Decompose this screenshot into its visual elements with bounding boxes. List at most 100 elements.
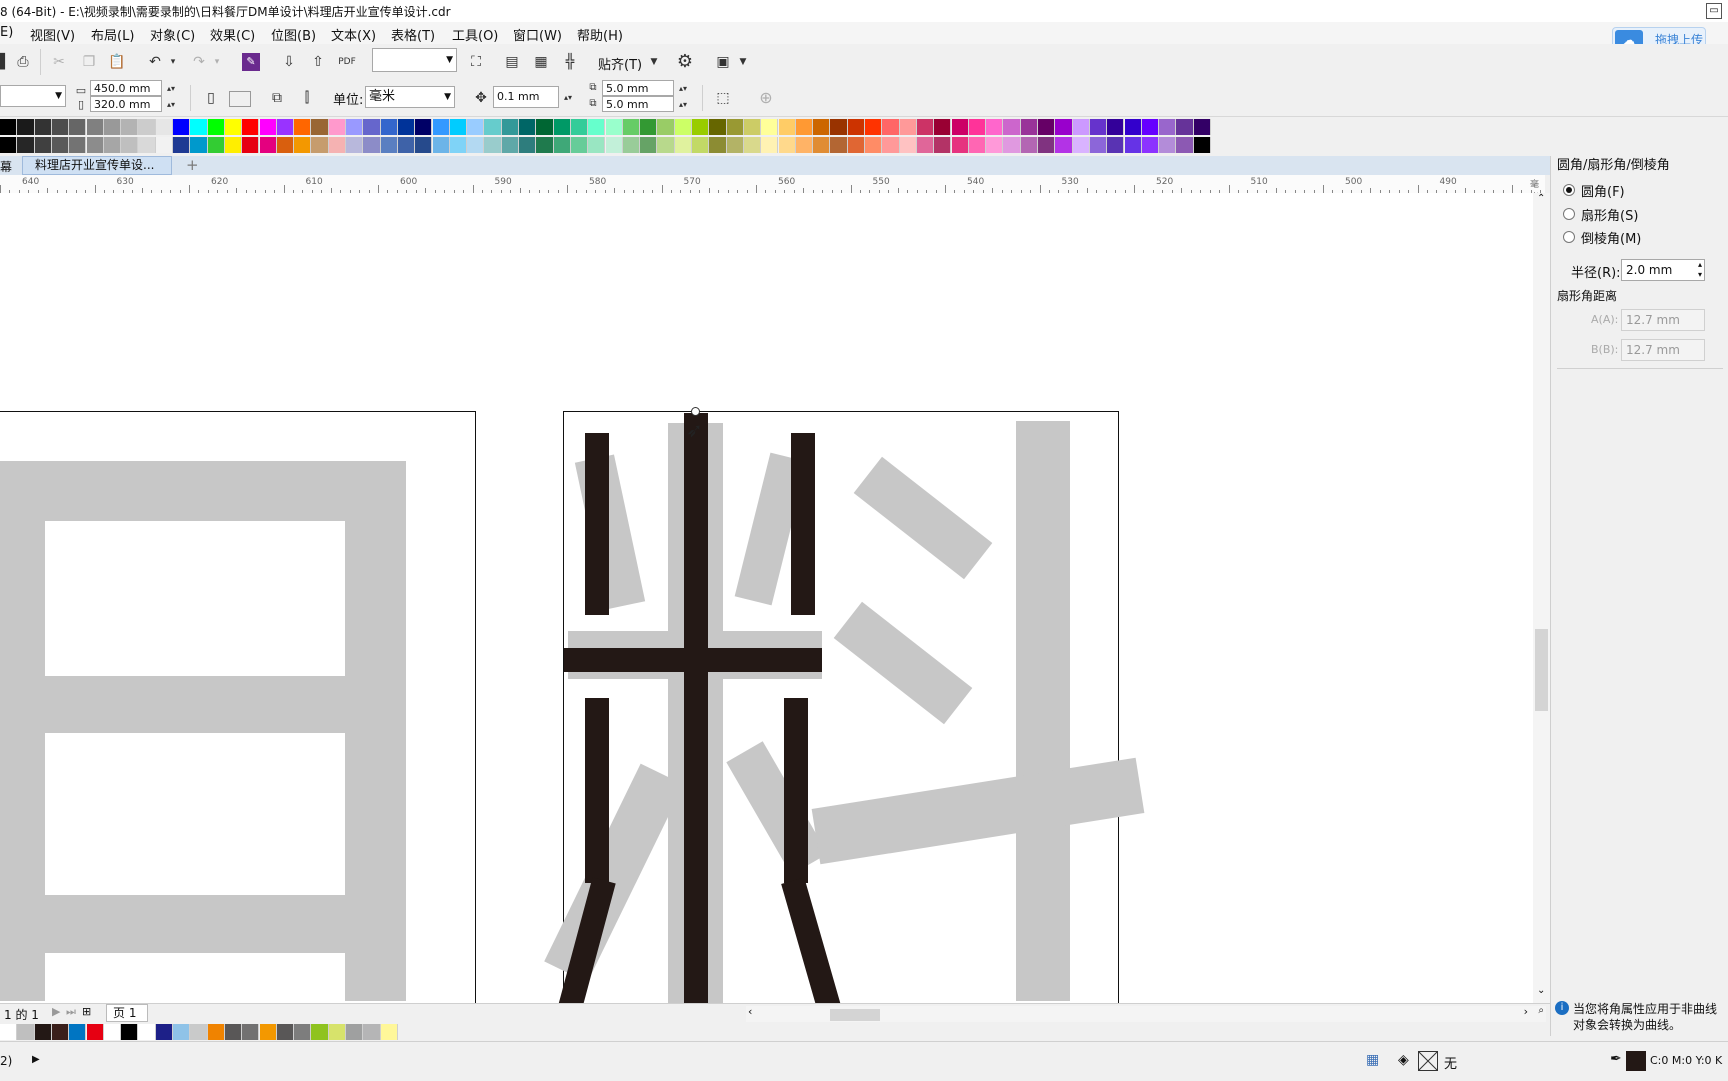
color-swatch[interactable] (0, 1024, 18, 1040)
all-pages-icon[interactable]: ⧉ (266, 87, 288, 109)
color-swatch[interactable] (224, 1024, 243, 1040)
guidelines-icon[interactable]: ╬ (559, 51, 581, 73)
color-swatch[interactable] (242, 119, 260, 135)
add-page-icon[interactable]: ⊞ (82, 1005, 91, 1018)
color-swatch[interactable] (1055, 119, 1073, 135)
paste-icon[interactable]: 📋 (106, 51, 128, 73)
color-swatch[interactable] (363, 137, 381, 153)
color-swatch[interactable] (328, 137, 346, 153)
color-swatch[interactable] (570, 119, 589, 135)
next-page-icon[interactable]: ▶ (52, 1005, 60, 1018)
color-swatch[interactable] (138, 1024, 156, 1040)
zoom-level-select[interactable]: ▼ (372, 48, 457, 72)
color-swatch[interactable] (1176, 119, 1194, 135)
color-swatch[interactable] (259, 1024, 277, 1040)
color-swatch[interactable] (1020, 119, 1038, 135)
color-swatch[interactable] (1193, 137, 1211, 153)
search-content-icon[interactable]: ✎ (242, 53, 260, 71)
color-swatch[interactable] (449, 119, 468, 135)
menu-help[interactable]: 帮助(H) (577, 25, 623, 44)
color-swatch[interactable] (17, 137, 35, 153)
color-swatch[interactable] (224, 137, 243, 153)
menu-object[interactable]: 对象(C) (150, 25, 195, 44)
color-swatch[interactable] (536, 119, 554, 135)
color-swatch[interactable] (242, 137, 260, 153)
color-swatch[interactable] (674, 119, 692, 135)
color-swatch[interactable] (190, 119, 208, 135)
page-size-select[interactable]: ▼ (0, 85, 66, 107)
color-swatch[interactable] (311, 137, 329, 153)
radius-spinner-icon[interactable]: ▴ ▾ (1698, 260, 1702, 280)
menu-table[interactable]: 表格(T) (391, 25, 435, 44)
radio-round-corner[interactable] (1563, 184, 1575, 196)
color-swatch[interactable] (588, 137, 606, 153)
distance-a-field[interactable]: 12.7 mm (1621, 309, 1705, 331)
color-swatch[interactable] (692, 119, 710, 135)
snap-dropdown-icon[interactable]: ▼ (643, 51, 665, 73)
color-swatch[interactable] (778, 137, 796, 153)
rulers-icon[interactable]: ▤ (501, 51, 523, 73)
color-swatch[interactable] (51, 119, 70, 135)
color-swatch[interactable] (467, 119, 485, 135)
color-swatch[interactable] (501, 137, 519, 153)
status-expand-icon[interactable]: ▶ (32, 1054, 40, 1065)
color-swatch[interactable] (449, 137, 468, 153)
radius-field[interactable]: 2.0 mm ▴ ▾ (1621, 259, 1705, 281)
color-swatch[interactable] (484, 137, 502, 153)
undo-dropdown-icon[interactable]: ▾ (162, 51, 184, 73)
color-swatch[interactable] (346, 137, 364, 153)
color-swatch[interactable] (276, 119, 295, 135)
color-swatch[interactable] (415, 137, 433, 153)
color-swatch[interactable] (657, 137, 675, 153)
launcher-dropdown-icon[interactable]: ▼ (732, 51, 754, 73)
menu-effects[interactable]: 效果(C) (210, 25, 255, 44)
color-swatch[interactable] (190, 1024, 208, 1040)
color-swatch[interactable] (1089, 137, 1108, 153)
color-swatch[interactable] (69, 137, 87, 153)
color-swatch[interactable] (259, 119, 277, 135)
color-swatch[interactable] (536, 137, 554, 153)
color-swatch[interactable] (34, 1024, 52, 1040)
color-swatch[interactable] (380, 1024, 398, 1040)
color-swatch[interactable] (1107, 137, 1125, 153)
color-swatch[interactable] (155, 119, 173, 135)
color-swatch[interactable] (363, 119, 381, 135)
menu-bitmaps[interactable]: 位图(B) (271, 25, 316, 44)
color-swatch[interactable] (190, 137, 208, 153)
color-swatch[interactable] (640, 119, 658, 135)
color-swatch[interactable] (934, 137, 952, 153)
color-swatch[interactable] (207, 1024, 225, 1040)
color-swatch[interactable] (553, 119, 571, 135)
color-swatch[interactable] (553, 137, 571, 153)
window-menu-icon[interactable]: ▭ (1706, 3, 1722, 19)
color-swatch[interactable] (311, 1024, 329, 1040)
color-swatch[interactable] (622, 137, 641, 153)
radio-scallop-corner[interactable] (1563, 208, 1575, 220)
color-swatch[interactable] (311, 119, 329, 135)
color-swatch[interactable] (761, 119, 779, 135)
scroll-up-icon[interactable]: ⌃ (1537, 193, 1545, 204)
copy-icon[interactable]: ❐ (78, 51, 100, 73)
color-swatch[interactable] (121, 1024, 139, 1040)
color-swatch[interactable] (121, 137, 139, 153)
color-swatch[interactable] (0, 119, 18, 135)
color-swatch[interactable] (86, 1024, 104, 1040)
drawing-canvas[interactable]: ➶ ⌃ ⌄ (0, 193, 1550, 1003)
bounding-box-icon[interactable]: ⬚ (712, 87, 734, 109)
color-swatch[interactable] (519, 119, 537, 135)
scroll-right-icon[interactable]: › (1524, 1005, 1528, 1018)
color-swatch[interactable] (605, 119, 623, 135)
color-swatch[interactable] (155, 137, 173, 153)
color-swatch[interactable] (69, 1024, 87, 1040)
color-swatch[interactable] (467, 137, 485, 153)
color-swatch[interactable] (830, 137, 848, 153)
current-page-icon[interactable]: ⫿ (296, 87, 318, 109)
color-swatch[interactable] (397, 137, 416, 153)
color-swatch[interactable] (830, 119, 848, 135)
color-swatch[interactable] (1193, 119, 1211, 135)
color-swatch[interactable] (1176, 137, 1194, 153)
landscape-icon[interactable] (229, 91, 251, 107)
color-swatch[interactable] (709, 137, 727, 153)
color-swatch[interactable] (934, 119, 952, 135)
color-swatch[interactable] (968, 119, 987, 135)
